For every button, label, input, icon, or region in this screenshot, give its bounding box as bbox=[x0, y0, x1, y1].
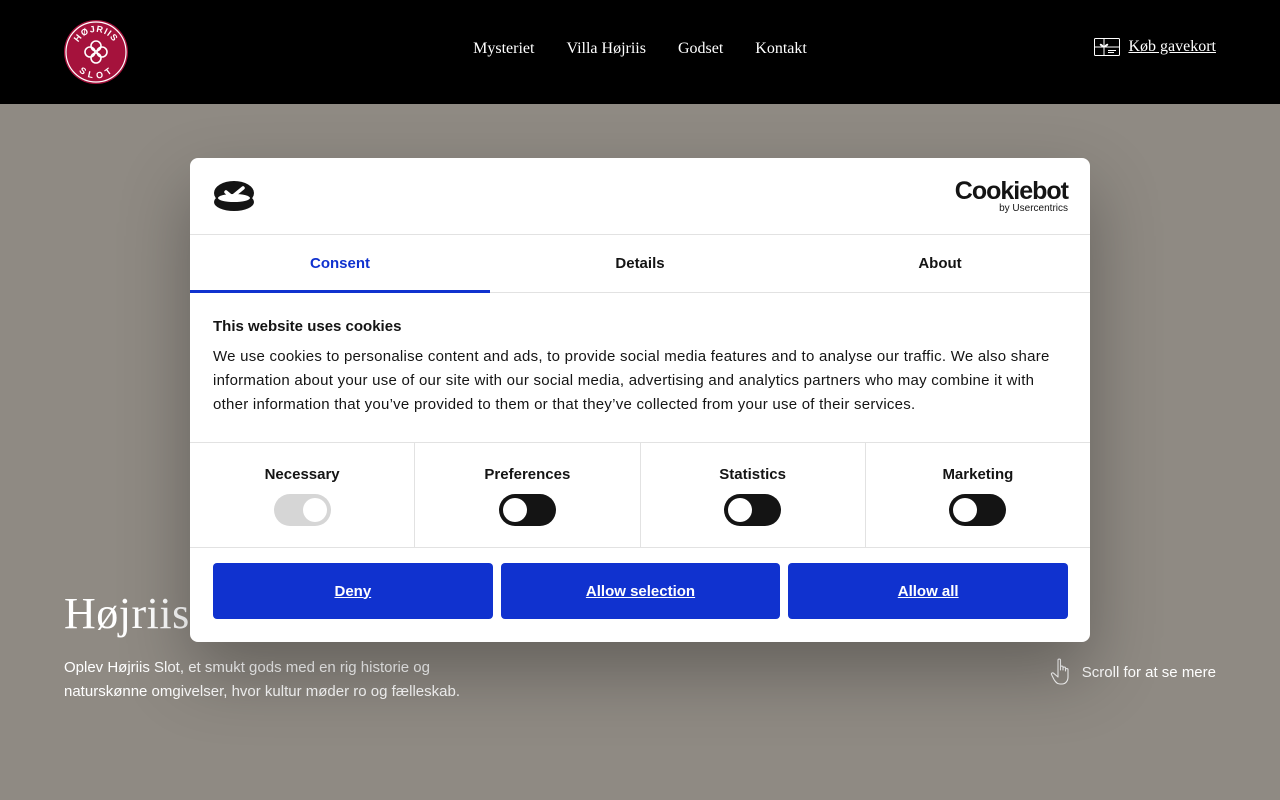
nav-link-godset[interactable]: Godset bbox=[678, 40, 723, 58]
hand-pointer-icon bbox=[1050, 658, 1069, 685]
hero-title: Højriis bbox=[64, 589, 190, 638]
toggle-label-necessary: Necessary bbox=[264, 466, 340, 483]
nav-link-villa-hojriis[interactable]: Villa Højriis bbox=[566, 40, 645, 58]
toggle-cell-necessary: Necessary bbox=[190, 443, 416, 547]
buy-giftcard-link[interactable]: Køb gavekort bbox=[1094, 38, 1216, 56]
hero-text: Oplev Højriis Slot, et smukt gods med en… bbox=[64, 659, 460, 700]
cookie-dialog-tabs: Consent Details About bbox=[190, 235, 1090, 293]
site-header: HØJRIIS SLOT Mysteriet Villa Højriis God… bbox=[0, 0, 1280, 104]
cookie-category-toggles: Necessary Preferences Statistics Marketi… bbox=[190, 442, 1090, 548]
cookiebot-brand-name: Cookiebot bbox=[954, 177, 1069, 205]
tab-consent[interactable]: Consent bbox=[190, 235, 490, 293]
toggle-label-statistics: Statistics bbox=[719, 466, 786, 483]
toggle-knob bbox=[302, 498, 327, 522]
nav-link-mysteriet[interactable]: Mysteriet bbox=[473, 40, 534, 58]
deny-button[interactable]: Deny bbox=[213, 563, 493, 619]
toggle-cell-statistics: Statistics bbox=[641, 443, 866, 547]
toggle-knob bbox=[502, 498, 527, 522]
marketing-toggle[interactable] bbox=[949, 494, 1007, 526]
cookie-consent-dialog: Cookiebot by Usercentrics Consent Detail… bbox=[190, 158, 1090, 642]
tab-details[interactable]: Details bbox=[490, 235, 790, 292]
toggle-cell-marketing: Marketing bbox=[866, 443, 1090, 547]
cookie-dialog-header: Cookiebot by Usercentrics bbox=[190, 158, 1090, 235]
nav-link-kontakt[interactable]: Kontakt bbox=[755, 40, 807, 58]
toggle-label-marketing: Marketing bbox=[942, 466, 1014, 483]
giftcard-label: Køb gavekort bbox=[1128, 38, 1216, 55]
tab-about[interactable]: About bbox=[790, 235, 1090, 292]
cookiebot-mark-icon bbox=[214, 181, 254, 211]
cookie-dialog-body: This website uses cookies We use cookies… bbox=[213, 318, 1073, 417]
cookie-dialog-buttons: Deny Allow selection Allow all bbox=[213, 563, 1069, 619]
scroll-hint-label: Scroll for at se mere bbox=[1081, 663, 1216, 681]
giftcard-icon bbox=[1094, 38, 1121, 56]
cookie-dialog-title: This website uses cookies bbox=[213, 318, 402, 335]
main-nav: Mysteriet Villa Højriis Godset Kontakt bbox=[0, 40, 1280, 58]
toggle-cell-preferences: Preferences bbox=[415, 443, 641, 547]
statistics-toggle[interactable] bbox=[724, 494, 782, 526]
cookiebot-logo: Cookiebot by Usercentrics bbox=[954, 177, 1069, 214]
necessary-toggle bbox=[273, 494, 331, 526]
toggle-knob bbox=[728, 498, 753, 522]
cookiebot-brand-sub: by Usercentrics bbox=[999, 203, 1068, 214]
allow-selection-button[interactable]: Allow selection bbox=[500, 563, 781, 619]
cookie-dialog-description: We use cookies to personalise content an… bbox=[213, 348, 1050, 413]
preferences-toggle[interactable] bbox=[498, 494, 556, 526]
allow-all-button[interactable]: Allow all bbox=[788, 563, 1069, 619]
toggle-knob bbox=[953, 498, 978, 522]
scroll-hint[interactable]: Scroll for at se mere bbox=[1050, 658, 1216, 686]
toggle-label-preferences: Preferences bbox=[484, 466, 571, 483]
